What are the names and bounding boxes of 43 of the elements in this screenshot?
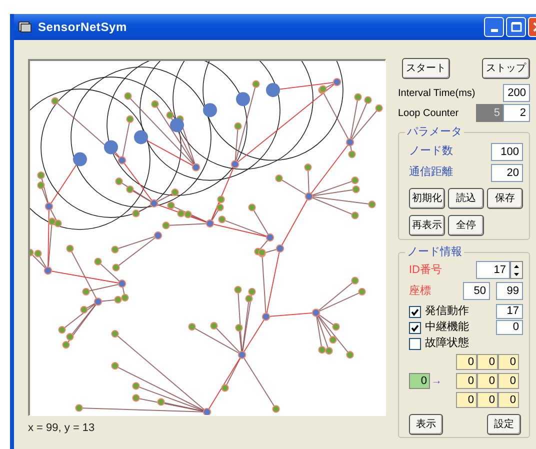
parameter-label: 通信距離 (409, 164, 453, 180)
route-cell: 0 (477, 354, 498, 370)
parameter-field[interactable]: 100 (491, 142, 523, 160)
parameter-button[interactable]: 再表示 (409, 215, 445, 236)
interval-field[interactable]: 200 (503, 84, 530, 102)
flag-label: 中継機能 (425, 320, 469, 336)
loop-counter-field[interactable]: 2 (503, 104, 530, 122)
stop-button[interactable]: ストップ (482, 58, 530, 79)
route-cell: 0 (498, 373, 519, 389)
flag-field[interactable]: 0 (496, 320, 523, 335)
route-cell: 0 (456, 354, 477, 370)
route-cell: 0 (477, 373, 498, 389)
loop-counter-field: 5 (476, 104, 503, 122)
flag-label: 発信動作 (425, 304, 469, 320)
route-cell: 0 (456, 373, 477, 389)
loop-counter-label: Loop Counter (398, 106, 459, 120)
cursor-position: x = 99, y = 13 (28, 421, 96, 436)
coordinate-field[interactable]: 50 (463, 282, 490, 300)
source-field: 0 (409, 373, 430, 389)
parameter-button[interactable]: 初期化 (409, 188, 445, 209)
group-title: ノード情報 (405, 246, 464, 259)
route-cell: 0 (498, 392, 519, 408)
parameter-button[interactable]: 読込 (448, 188, 484, 209)
route-cell: 0 (477, 392, 498, 408)
flag-field[interactable]: 17 (496, 304, 523, 319)
id-label: ID番号 (409, 262, 442, 278)
interval-label: Interval Time(ms) (398, 86, 476, 100)
coordinate-field[interactable]: 99 (496, 282, 523, 300)
flag-label: 故障状態 (425, 336, 469, 352)
coordinates-label: 座標 (409, 284, 431, 299)
parameter-label: ノード数 (409, 144, 453, 160)
node-button[interactable]: 設定 (487, 414, 521, 435)
route-arrow: → (431, 376, 442, 386)
window-title: SensorNetSym (38, 19, 127, 36)
id-field[interactable]: 17 (476, 261, 510, 279)
parameter-button[interactable]: 保存 (487, 188, 523, 209)
parameter-field[interactable]: 20 (491, 164, 523, 182)
node-button[interactable]: 表示 (409, 414, 443, 435)
parameter-button[interactable]: 全停 (448, 215, 484, 236)
route-cell: 0 (498, 354, 519, 370)
start-button[interactable]: スタート (402, 58, 450, 79)
group-title: パラメータ (405, 126, 464, 139)
route-cell: 0 (456, 392, 477, 408)
